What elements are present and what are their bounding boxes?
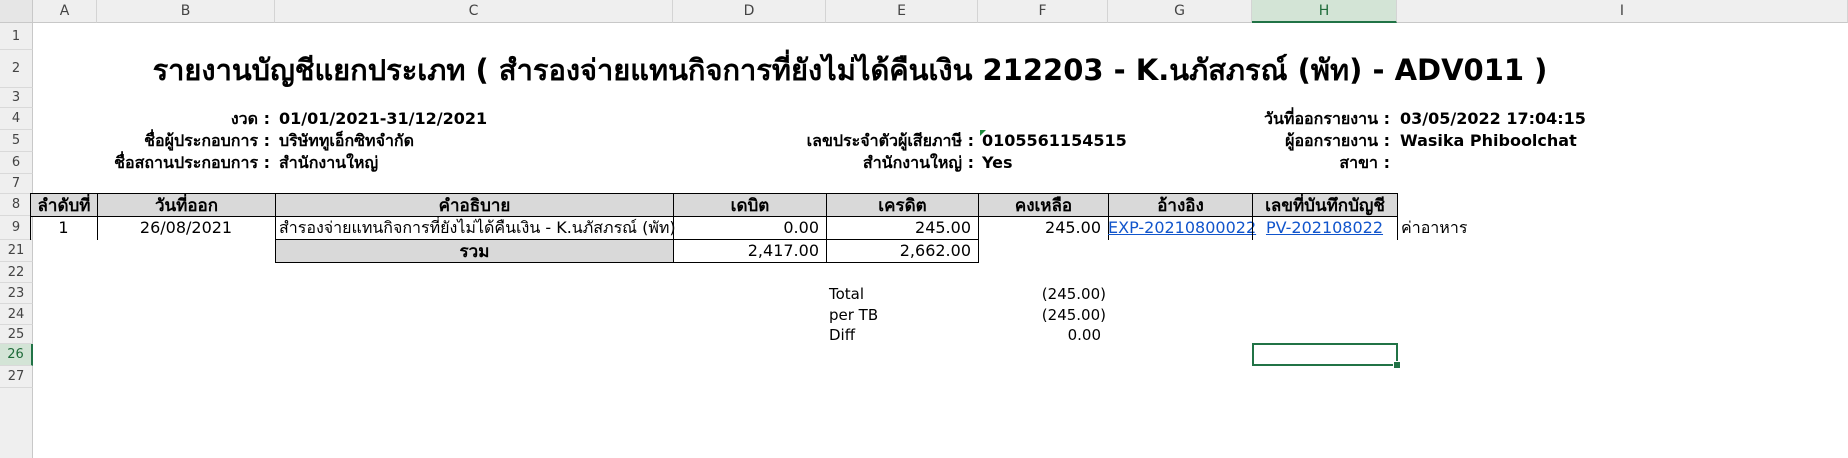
row-header-3[interactable]: 3 <box>0 88 33 108</box>
summary-diff-value[interactable]: 0.00 <box>978 323 1101 347</box>
column-header-h[interactable]: H <box>1252 0 1397 23</box>
taxid-value[interactable]: 0105561154515 <box>982 129 1127 153</box>
row-debit-cell[interactable]: 0.00 <box>673 216 819 240</box>
row-header-9[interactable]: 9 <box>0 216 33 240</box>
row-header-27[interactable]: 27 <box>0 366 33 388</box>
header-reference[interactable]: อ้างอิง <box>1108 193 1253 217</box>
column-header-d[interactable]: D <box>673 0 826 23</box>
row-credit-cell[interactable]: 245.00 <box>826 216 971 240</box>
reference-link[interactable]: EXP-20210800022 <box>1108 216 1256 240</box>
column-header-f[interactable]: F <box>978 0 1108 23</box>
printer-label[interactable]: ผู้ออกรายงาน : <box>1150 129 1390 153</box>
report-title[interactable]: รายงานบัญชีแยกประเภท ( สำรองจ่ายแทนกิจกา… <box>150 50 1550 90</box>
row-header-1[interactable]: 1 <box>0 23 33 50</box>
active-cell-h26[interactable] <box>1252 343 1401 369</box>
header-description[interactable]: คำอธิบาย <box>275 193 674 217</box>
total-credit-cell[interactable]: 2,662.00 <box>826 239 971 263</box>
select-all-corner[interactable] <box>0 0 33 23</box>
place-label[interactable]: ชื่อสถานประกอบการ : <box>0 151 270 175</box>
header-no[interactable]: ลำดับที่ <box>30 193 98 217</box>
row-description-cell[interactable]: สำรองจ่ายแทนกิจการที่ยังไม่ได้คืนเงิน - … <box>279 216 676 240</box>
row-header-21[interactable]: 21 <box>0 240 33 262</box>
row-header-22[interactable]: 22 <box>0 262 33 283</box>
column-header-c[interactable]: C <box>275 0 673 23</box>
row-header-24[interactable]: 24 <box>0 304 33 325</box>
row-header-8[interactable]: 8 <box>0 194 33 216</box>
company-value[interactable]: บริษัททูเอ็กซิทจำกัด <box>279 129 414 153</box>
header-voucher[interactable]: เลขที่บันทึกบัญชี <box>1252 193 1398 217</box>
row-header-26[interactable]: 26 <box>0 344 33 366</box>
row-header-25[interactable]: 25 <box>0 325 33 344</box>
row-no-cell[interactable]: 1 <box>30 216 97 240</box>
header-date[interactable]: วันที่ออก <box>97 193 276 217</box>
row-header-2[interactable]: 2 <box>0 50 33 88</box>
row-note-cell[interactable]: ค่าอาหาร <box>1401 216 1467 240</box>
hq-label[interactable]: สำนักงานใหญ่ : <box>700 151 974 175</box>
period-label[interactable]: งวด : <box>0 107 270 131</box>
column-header-e[interactable]: E <box>826 0 978 23</box>
printdate-value[interactable]: 03/05/2022 17:04:15 <box>1400 107 1586 131</box>
period-value[interactable]: 01/01/2021-31/12/2021 <box>279 107 487 131</box>
row-header-7[interactable]: 7 <box>0 174 33 194</box>
header-credit[interactable]: เครดิต <box>826 193 979 217</box>
printer-value[interactable]: Wasika Phiboolchat <box>1400 129 1577 153</box>
row-balance-cell[interactable]: 245.00 <box>978 216 1101 240</box>
column-header-i[interactable]: I <box>1397 0 1848 23</box>
row-header-blank <box>0 388 33 458</box>
row-header-23[interactable]: 23 <box>0 283 33 304</box>
taxid-label[interactable]: เลขประจำตัวผู้เสียภาษี : <box>700 129 974 153</box>
header-balance[interactable]: คงเหลือ <box>978 193 1109 217</box>
voucher-link[interactable]: PV-202108022 <box>1252 216 1397 240</box>
column-header-g[interactable]: G <box>1108 0 1252 23</box>
total-label-cell[interactable]: รวม <box>275 239 674 263</box>
company-label[interactable]: ชื่อผู้ประกอบการ : <box>0 129 270 153</box>
column-header-b[interactable]: B <box>97 0 275 23</box>
printdate-label[interactable]: วันที่ออกรายงาน : <box>1150 107 1390 131</box>
header-debit[interactable]: เดบิต <box>673 193 827 217</box>
place-value[interactable]: สำนักงานใหญ่ <box>279 151 378 175</box>
hq-value[interactable]: Yes <box>982 151 1013 175</box>
total-debit-cell[interactable]: 2,417.00 <box>673 239 819 263</box>
summary-diff-label[interactable]: Diff <box>829 323 855 347</box>
column-header-a[interactable]: A <box>33 0 97 23</box>
row-date-cell[interactable]: 26/08/2021 <box>97 216 275 240</box>
branch-label[interactable]: สาขา : <box>1150 151 1390 175</box>
